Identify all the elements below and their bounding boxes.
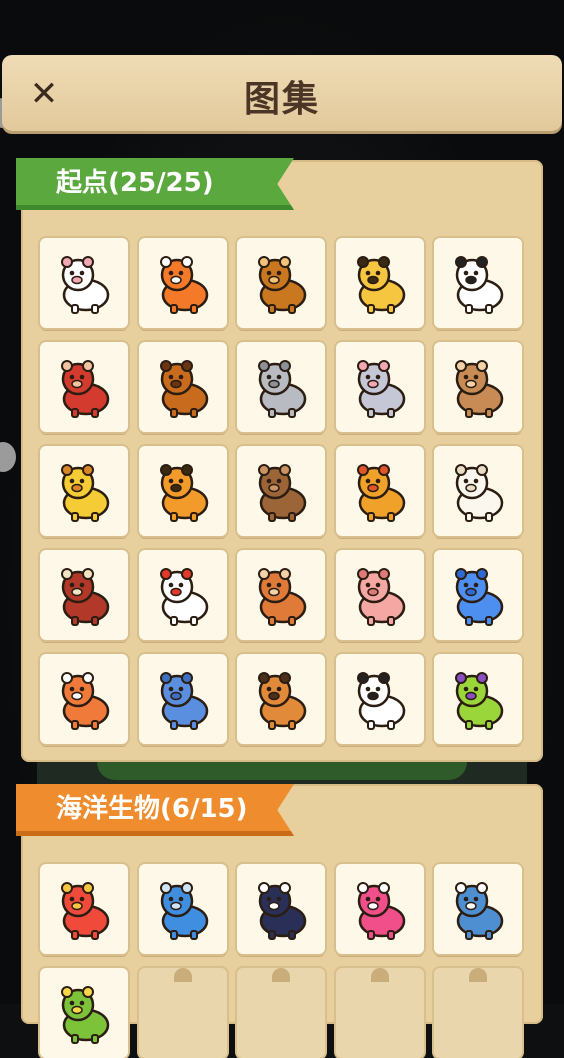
- section-ribbon-ocean: 海洋生物(6/15): [16, 784, 294, 836]
- animal-card[interactable]: [434, 864, 522, 954]
- cow-icon: [344, 663, 416, 735]
- animal-card[interactable]: [434, 238, 522, 328]
- giraffe-icon: [48, 455, 120, 527]
- animal-card[interactable]: [237, 864, 325, 954]
- animal-card[interactable]: [138, 654, 227, 744]
- animal-card[interactable]: [40, 238, 128, 328]
- animal-card[interactable]: [335, 654, 424, 744]
- animal-card[interactable]: [434, 446, 522, 536]
- animal-card[interactable]: [138, 238, 227, 328]
- lock-icon: [469, 968, 487, 982]
- rabbit-icon: [48, 247, 120, 319]
- panda-icon: [442, 247, 514, 319]
- animal-card[interactable]: [335, 238, 424, 328]
- lock-icon: [272, 968, 290, 982]
- lion-icon: [344, 455, 416, 527]
- pig-icon: [344, 559, 416, 631]
- animal-card[interactable]: [138, 446, 227, 536]
- animal-grid-ocean: [40, 864, 522, 1058]
- animal-card[interactable]: [40, 446, 128, 536]
- locked-card[interactable]: [335, 968, 424, 1058]
- locked-card[interactable]: [434, 968, 522, 1058]
- animal-card[interactable]: [40, 968, 128, 1058]
- raccoon-icon: [245, 663, 317, 735]
- animal-card[interactable]: [335, 864, 424, 954]
- animal-card[interactable]: [237, 238, 325, 328]
- animal-card[interactable]: [237, 550, 325, 640]
- parrot-icon: [442, 663, 514, 735]
- monkey-icon: [442, 351, 514, 423]
- animal-card[interactable]: [434, 550, 522, 640]
- page-title: 图集: [243, 79, 320, 120]
- panel-gap: [37, 762, 527, 784]
- elephant-icon: [245, 351, 317, 423]
- squirrel-icon: [48, 663, 120, 735]
- bear-icon: [245, 455, 317, 527]
- chicken-icon: [147, 559, 219, 631]
- horse-icon: [147, 351, 219, 423]
- ox-icon: [245, 247, 317, 319]
- animal-card[interactable]: [237, 342, 325, 432]
- animal-card[interactable]: [237, 446, 325, 536]
- fox-icon: [147, 247, 219, 319]
- animal-card[interactable]: [237, 654, 325, 744]
- cat-icon: [442, 559, 514, 631]
- gorilla-icon: [48, 351, 120, 423]
- mouse-icon: [344, 351, 416, 423]
- animal-card[interactable]: [138, 864, 227, 954]
- animal-card[interactable]: [40, 654, 128, 744]
- fish-icon: [48, 873, 120, 945]
- rhino-icon: [147, 663, 219, 735]
- animal-card[interactable]: [335, 446, 424, 536]
- shark-icon: [442, 873, 514, 945]
- animal-card[interactable]: [40, 864, 128, 954]
- animal-card[interactable]: [335, 550, 424, 640]
- octopus-icon: [344, 873, 416, 945]
- animal-card[interactable]: [40, 550, 128, 640]
- animal-card[interactable]: [434, 654, 522, 744]
- animal-card[interactable]: [335, 342, 424, 432]
- animal-card[interactable]: [138, 550, 227, 640]
- orca-icon: [245, 873, 317, 945]
- seaweed-icon: [48, 977, 120, 1049]
- lock-icon: [370, 968, 389, 982]
- section-ribbon-start: 起点(25/25): [16, 158, 294, 210]
- locked-card[interactable]: [138, 968, 227, 1058]
- animal-card[interactable]: [40, 342, 128, 432]
- animal-grid-start: [40, 238, 522, 744]
- hedgehog-icon: [245, 559, 317, 631]
- boar-icon: [48, 559, 120, 631]
- animal-card[interactable]: [138, 342, 227, 432]
- sheep-icon: [442, 455, 514, 527]
- locked-card[interactable]: [237, 968, 325, 1058]
- animal-card[interactable]: [434, 342, 522, 432]
- tiger-icon: [147, 455, 219, 527]
- dolphin-icon: [147, 873, 219, 945]
- leopard-icon: [344, 247, 416, 319]
- lock-icon: [173, 968, 192, 982]
